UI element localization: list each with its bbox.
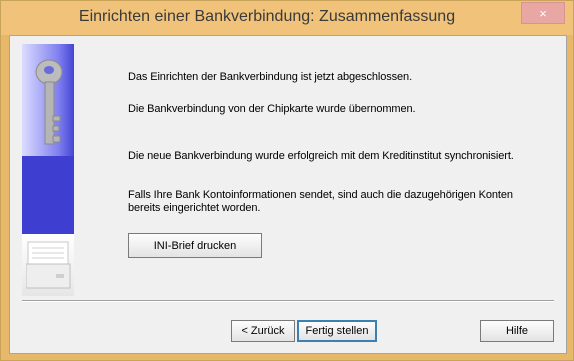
- message-chipcard: Die Bankverbindung von der Chipkarte wur…: [128, 103, 416, 115]
- finish-button[interactable]: Fertig stellen: [297, 320, 377, 342]
- printer-icon: [26, 241, 71, 289]
- help-button[interactable]: Hilfe: [480, 320, 554, 342]
- window-title: Einrichten einer Bankverbindung: Zusamme…: [78, 8, 456, 25]
- close-button[interactable]: ×: [521, 2, 565, 24]
- message-accounts-line2: bereits eingerichtet worden.: [128, 202, 261, 214]
- side-panel-middle: [22, 156, 74, 234]
- message-synchronized: Die neue Bankverbindung wurde erfolgreic…: [128, 150, 514, 162]
- close-icon: ×: [539, 5, 547, 21]
- key-icon: [35, 59, 63, 145]
- back-button[interactable]: < Zurück: [231, 320, 295, 342]
- title-bar[interactable]: Einrichten einer Bankverbindung: Zusamme…: [1, 1, 573, 35]
- footer-separator: [22, 300, 554, 302]
- wizard-side-panel: [22, 44, 74, 296]
- message-accounts-line1: Falls Ihre Bank Kontoinformationen sende…: [128, 189, 513, 201]
- wizard-window: Einrichten einer Bankverbindung: Zusamme…: [0, 0, 574, 361]
- ini-letter-print-button[interactable]: INI-Brief drucken: [128, 233, 262, 258]
- message-completed: Das Einrichten der Bankverbindung ist je…: [128, 71, 413, 83]
- dialog-body: Das Einrichten der Bankverbindung ist je…: [9, 35, 567, 354]
